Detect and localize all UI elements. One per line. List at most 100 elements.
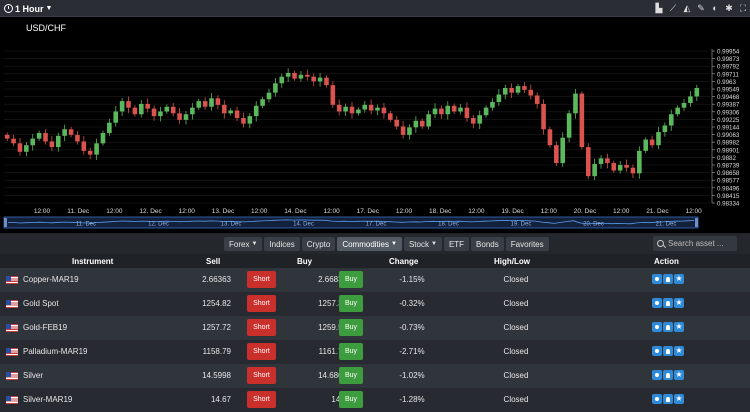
table-row[interactable]: Copper-MAR19 2.66363 Short 2.66837 Buy -1.15%… — [0, 268, 750, 292]
price-tick-label: 0.99225 — [717, 117, 740, 124]
tab-stock[interactable]: Stock ▼ — [403, 237, 442, 251]
tab-favorites[interactable]: Favorites — [505, 237, 549, 251]
candle — [458, 103, 463, 115]
time-tick-label: 12:00 — [179, 208, 196, 215]
info-icon[interactable] — [652, 322, 662, 332]
buy-button[interactable]: Buy — [339, 271, 363, 288]
candle — [375, 104, 380, 116]
tab-label: Indices — [269, 239, 295, 249]
favorite-star-icon[interactable]: ★ — [674, 394, 684, 404]
info-icon[interactable] — [652, 298, 662, 308]
time-tick-label: 20. Dec — [574, 208, 597, 215]
buy-button[interactable]: Buy — [339, 367, 363, 384]
sell-price: 2.66363 — [202, 275, 231, 284]
info-icon[interactable] — [652, 394, 662, 404]
candle — [292, 70, 297, 81]
time-tick-label: 12:00 — [468, 208, 485, 215]
buy-button[interactable]: Buy — [339, 319, 363, 336]
high-low-status: Closed — [503, 371, 529, 380]
buy-button[interactable]: Buy — [339, 343, 363, 360]
alert-bell-icon[interactable] — [663, 394, 673, 404]
us-flag-icon — [6, 348, 18, 356]
tab-indices[interactable]: Indices — [264, 237, 300, 251]
time-navigator[interactable]: 11. Dec 12. Dec 13. Dec 14. Dec 17. Dec 18. D… — [3, 216, 699, 229]
alert-bell-icon[interactable] — [663, 298, 673, 308]
candle — [336, 99, 342, 116]
time-tick-label: 12:00 — [34, 208, 51, 215]
candle — [630, 164, 636, 178]
time-tick-label: 18. Dec — [429, 208, 452, 215]
alert-bell-icon[interactable] — [663, 370, 673, 380]
instrument-name: Silver — [23, 371, 44, 380]
row-actions: ★ — [652, 322, 684, 332]
navigator-tick-label: 21. Dec — [656, 222, 677, 228]
price-chart[interactable]: USD/CHF 0.99954 0.99873 0.99792 0.99711 0.99… — [0, 17, 750, 233]
favorite-star-icon[interactable]: ★ — [674, 346, 684, 356]
fullscreen-icon[interactable]: ⛶ — [738, 2, 748, 14]
candle — [11, 134, 16, 147]
table-row[interactable]: Palladium-MAR19 1158.79 Short 1161.71 Buy -2.… — [0, 340, 750, 364]
table-row[interactable]: Silver 14.5998 Short 14.6803 Buy -1.02% Closed… — [0, 364, 750, 388]
tab-label: Bonds — [476, 239, 499, 249]
short-button[interactable]: Short — [247, 271, 276, 288]
candle — [126, 96, 131, 114]
candle — [573, 89, 578, 119]
tab-bonds[interactable]: Bonds — [471, 237, 504, 251]
price-tick-label: 0.99873 — [717, 56, 740, 63]
alert-bell-icon[interactable] — [663, 346, 673, 356]
search-input[interactable] — [668, 239, 738, 248]
info-icon[interactable] — [652, 370, 662, 380]
theme-toggle-icon[interactable]: ◐ — [710, 2, 720, 14]
high-low-status: Closed — [503, 299, 529, 308]
short-button[interactable]: Short — [247, 367, 276, 384]
candle — [202, 97, 208, 110]
table-row[interactable]: Silver-MAR1914.67Short14.7Buy-1.28%Close… — [0, 388, 750, 412]
time-tick-label: 12. Dec — [139, 208, 162, 215]
favorite-star-icon[interactable]: ★ — [674, 274, 684, 284]
favorite-star-icon[interactable]: ★ — [674, 298, 684, 308]
alert-bell-icon[interactable] — [663, 322, 673, 332]
short-button[interactable]: Short — [247, 319, 276, 336]
info-icon[interactable] — [652, 346, 662, 356]
price-tick-label: 0.98415 — [717, 193, 740, 200]
tab-label: ETF — [448, 239, 465, 249]
table-row[interactable]: Gold-FEB19 1257.72 Short 1259.58 Buy -0.73% Cl… — [0, 316, 750, 340]
candle — [228, 108, 233, 116]
info-icon[interactable] — [652, 274, 662, 284]
candlestick-chart-icon[interactable]: ▙ — [654, 2, 664, 14]
price-tick-label: 0.99306 — [717, 109, 740, 116]
clock-icon — [4, 4, 13, 13]
timeframe-dropdown[interactable]: 1 Hour ▼ — [4, 2, 52, 15]
tab-forex[interactable]: Forex ▼ — [224, 237, 263, 251]
tab-commodities[interactable]: Commodities ▼ — [337, 237, 402, 251]
alert-bell-icon[interactable] — [663, 274, 673, 284]
navigator-right-handle[interactable] — [695, 218, 698, 227]
tab-label: Crypto — [306, 239, 331, 249]
change-percent: -0.73% — [399, 323, 425, 332]
time-tick-label: 17. Dec — [357, 208, 380, 215]
row-actions: ★ — [652, 274, 684, 284]
favorite-star-icon[interactable]: ★ — [674, 370, 684, 380]
line-chart-icon[interactable]: ⟋ — [668, 2, 678, 14]
price-tick-label: 0.99387 — [717, 102, 740, 109]
candle — [247, 113, 253, 129]
short-button[interactable]: Short — [247, 295, 276, 312]
high-low-status: Closed — [503, 275, 529, 284]
search-icon — [657, 240, 664, 247]
price-tick-label: 0.99954 — [717, 49, 740, 56]
asset-search[interactable] — [653, 236, 738, 251]
candlestick-chart[interactable]: 0.999540.998730.997920.997110.99630.9954… — [0, 17, 750, 233]
candle — [656, 126, 661, 150]
favorite-star-icon[interactable]: ★ — [674, 322, 684, 332]
settings-icon[interactable]: ✱ — [724, 2, 734, 14]
short-button[interactable]: Short — [247, 343, 276, 360]
table-row[interactable]: Gold Spot 1254.82 Short 1257.33 Buy -0.32% Clo… — [0, 292, 750, 316]
time-tick-label: 12:00 — [541, 208, 558, 215]
area-chart-icon[interactable]: ◭ — [682, 2, 692, 14]
candle — [675, 105, 680, 117]
tab-etf[interactable]: ETF — [443, 237, 470, 251]
draw-icon[interactable]: ✎ — [696, 2, 706, 14]
navigator-left-handle[interactable] — [4, 218, 7, 227]
tab-crypto[interactable]: Crypto — [301, 237, 336, 251]
buy-button[interactable]: Buy — [339, 295, 363, 312]
